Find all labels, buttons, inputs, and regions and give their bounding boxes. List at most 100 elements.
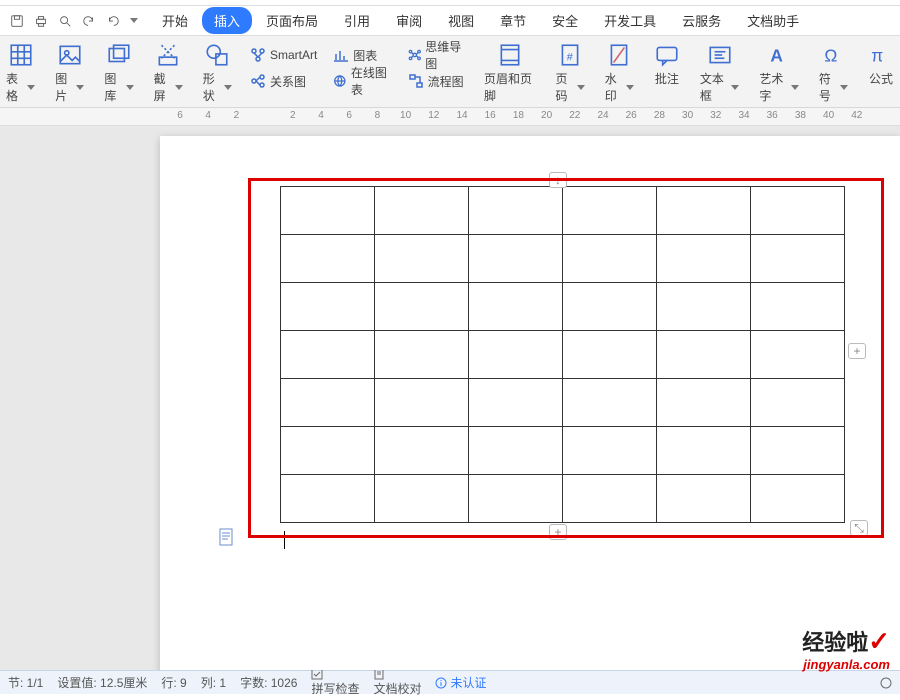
preview-icon[interactable]: [58, 14, 72, 28]
tab-security[interactable]: 安全: [540, 7, 590, 34]
table-cell[interactable]: [469, 331, 563, 379]
table-add-row-handle[interactable]: +: [549, 524, 567, 540]
tab-view[interactable]: 视图: [436, 7, 486, 34]
status-chars[interactable]: 字数: 1026: [240, 674, 297, 691]
status-spellcheck-label: 拼写检查: [311, 682, 359, 696]
horizontal-ruler[interactable]: 6422468101214161820222426283032343638404…: [0, 108, 900, 126]
table-resize-handle[interactable]: ⤡: [850, 520, 868, 536]
table-cell[interactable]: [281, 379, 375, 427]
status-right-icon[interactable]: [880, 677, 892, 689]
table-cell[interactable]: [563, 427, 657, 475]
table-cell[interactable]: [469, 235, 563, 283]
table-cell[interactable]: [751, 379, 845, 427]
table-cell[interactable]: [281, 283, 375, 331]
document-table[interactable]: [280, 186, 845, 523]
redo-icon[interactable]: [106, 14, 120, 28]
table-cell[interactable]: [751, 187, 845, 235]
status-spellcheck[interactable]: 拼写检查: [311, 668, 359, 697]
ribbon-table[interactable]: 表格: [4, 42, 37, 104]
status-setting[interactable]: 设置值: 12.5厘米: [57, 674, 147, 691]
table-cell[interactable]: [657, 331, 751, 379]
table-cell[interactable]: [657, 283, 751, 331]
ruler-tick: 42: [849, 110, 865, 121]
table-cell[interactable]: [657, 187, 751, 235]
table-cell[interactable]: [281, 427, 375, 475]
ribbon-chart-stack: 图表 在线图表: [333, 42, 391, 92]
table-cell[interactable]: [563, 187, 657, 235]
table-cell[interactable]: [657, 427, 751, 475]
table-cell[interactable]: [281, 187, 375, 235]
ribbon-comment[interactable]: 批注: [652, 42, 682, 87]
table-cell[interactable]: [751, 283, 845, 331]
ribbon-page-number[interactable]: # 页码: [554, 42, 587, 104]
ribbon-online-chart[interactable]: 在线图表: [333, 70, 391, 92]
table-cell[interactable]: [375, 235, 469, 283]
table-cell[interactable]: [281, 235, 375, 283]
ribbon-symbol[interactable]: Ω 符号: [817, 42, 850, 104]
ribbon-screenshot[interactable]: 截屏: [152, 42, 185, 104]
table-cell[interactable]: [375, 331, 469, 379]
table-cell[interactable]: [563, 379, 657, 427]
table-cell[interactable]: [375, 283, 469, 331]
tab-insert[interactable]: 插入: [202, 7, 252, 34]
ribbon-flowchart[interactable]: 流程图: [408, 70, 466, 92]
tab-doc-assistant[interactable]: 文档助手: [735, 7, 811, 34]
print-icon[interactable]: [34, 14, 48, 28]
ruler-tick: 36: [764, 110, 780, 121]
ribbon-watermark[interactable]: 水印: [603, 42, 636, 104]
status-unverified-label: 未认证: [450, 674, 486, 691]
table-cell[interactable]: [469, 427, 563, 475]
tab-home[interactable]: 开始: [150, 7, 200, 34]
table-cell[interactable]: [375, 187, 469, 235]
tab-page-layout[interactable]: 页面布局: [254, 7, 330, 34]
ribbon-relation[interactable]: 关系图: [250, 70, 317, 92]
table-cell[interactable]: [469, 283, 563, 331]
ribbon-shapes[interactable]: 形状: [201, 42, 234, 104]
table-cell[interactable]: [751, 235, 845, 283]
table-cell[interactable]: [657, 475, 751, 523]
table-cell[interactable]: [563, 283, 657, 331]
table-cell[interactable]: [281, 475, 375, 523]
ribbon-mindmap[interactable]: 思维导图: [408, 44, 466, 66]
tab-references[interactable]: 引用: [332, 7, 382, 34]
table-cell[interactable]: [375, 475, 469, 523]
table-cell[interactable]: [375, 379, 469, 427]
table-cell[interactable]: [563, 235, 657, 283]
table-cell[interactable]: [563, 331, 657, 379]
undo-icon[interactable]: [82, 14, 96, 28]
table-cell[interactable]: [657, 379, 751, 427]
table-cell[interactable]: [281, 331, 375, 379]
table-cell[interactable]: [751, 427, 845, 475]
status-doccheck[interactable]: 文档校对: [373, 668, 421, 697]
status-col[interactable]: 列: 1: [201, 674, 226, 691]
table-cell[interactable]: [469, 379, 563, 427]
table-top-handle[interactable]: ↕: [549, 172, 567, 188]
ribbon-header-footer[interactable]: 页眉和页脚: [482, 42, 538, 104]
ribbon-equation[interactable]: π 公式: [866, 42, 896, 87]
ribbon-picture[interactable]: 图片: [53, 42, 86, 104]
status-unverified[interactable]: 未认证: [435, 674, 486, 691]
ribbon-textbox[interactable]: 文本框: [698, 42, 741, 104]
ribbon-gallery[interactable]: 图库: [102, 42, 135, 104]
table-cell[interactable]: [469, 187, 563, 235]
table-cell[interactable]: [563, 475, 657, 523]
table-cell[interactable]: [751, 331, 845, 379]
save-icon[interactable]: [10, 14, 24, 28]
table-cell[interactable]: [657, 235, 751, 283]
status-row[interactable]: 行: 9: [161, 674, 186, 691]
table-cell[interactable]: [375, 427, 469, 475]
qat-dropdown-icon[interactable]: [130, 18, 138, 23]
ribbon-smartart[interactable]: SmartArt: [250, 44, 317, 66]
tab-sections[interactable]: 章节: [488, 7, 538, 34]
online-chart-icon: [333, 73, 347, 89]
table-add-column-handle[interactable]: +: [848, 343, 866, 359]
ribbon-wordart[interactable]: A 艺术字: [757, 42, 800, 104]
status-section[interactable]: 节: 1/1: [8, 674, 43, 691]
tab-cloud[interactable]: 云服务: [670, 7, 733, 34]
ribbon-chart[interactable]: 图表: [333, 44, 391, 66]
table-cell[interactable]: [751, 475, 845, 523]
tab-developer[interactable]: 开发工具: [592, 7, 668, 34]
tab-review[interactable]: 审阅: [384, 7, 434, 34]
chart-icon: [333, 47, 349, 63]
table-cell[interactable]: [469, 475, 563, 523]
